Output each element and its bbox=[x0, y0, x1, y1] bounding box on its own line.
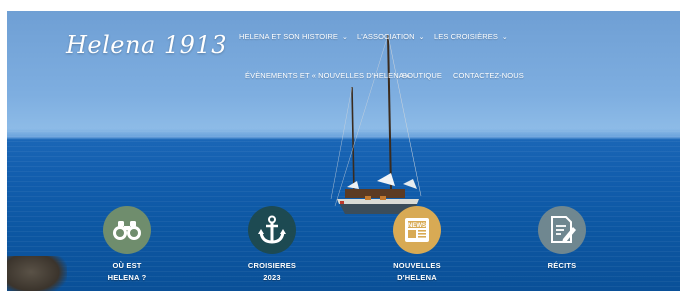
nav-item-label: BOUTIQUE bbox=[402, 71, 442, 80]
feature-helena-news[interactable]: NEWS NOUVELLES D'HELENA bbox=[362, 206, 472, 284]
feature-label-line2: D'HELENA bbox=[397, 273, 437, 282]
document-edit-icon bbox=[551, 216, 576, 243]
feature-icon-circle bbox=[103, 206, 151, 254]
binoculars-icon bbox=[113, 221, 141, 240]
newspaper-icon: NEWS bbox=[405, 218, 429, 242]
feature-icon-circle bbox=[248, 206, 296, 254]
feature-label: OÙ EST bbox=[112, 261, 142, 270]
site-logo[interactable]: Helena 1913 bbox=[66, 31, 227, 59]
nav-item-events-news[interactable]: ÉVÈNEMENTS ET « NOUVELLES D'HELENA » bbox=[245, 71, 410, 80]
nav-item-cruises[interactable]: LES CROISIÈRES ⌄ bbox=[434, 32, 508, 41]
chevron-down-icon: ⌄ bbox=[418, 34, 425, 41]
nav-item-contact[interactable]: CONTACTEZ-NOUS bbox=[453, 71, 524, 80]
feature-label: NOUVELLES bbox=[393, 261, 441, 270]
chevron-down-icon: ⌄ bbox=[501, 34, 508, 41]
nav-item-label: L'ASSOCIATION bbox=[357, 32, 415, 41]
chevron-down-icon: ⌄ bbox=[342, 34, 349, 41]
feature-label-line2: 2023 bbox=[263, 273, 281, 282]
feature-label: CROISIERES bbox=[247, 261, 297, 270]
feature-label-line2: HELENA ? bbox=[107, 273, 147, 282]
nav-item-shop[interactable]: BOUTIQUE bbox=[402, 71, 442, 80]
nav-item-label: HELENA ET SON HISTOIRE bbox=[239, 32, 339, 41]
nav-item-label: LES CROISIÈRES bbox=[434, 32, 498, 41]
nav-item-label: CONTACTEZ-NOUS bbox=[453, 71, 524, 80]
anchor-icon bbox=[258, 215, 286, 244]
sailboat-image bbox=[330, 34, 422, 214]
feature-cruises-2023[interactable]: CROISIERES 2023 bbox=[217, 206, 327, 284]
feature-stories[interactable]: RÉCITS bbox=[507, 206, 617, 272]
feature-icon-circle bbox=[538, 206, 586, 254]
feature-where-is-helena[interactable]: OÙ EST HELENA ? bbox=[72, 206, 182, 284]
nav-item-helena-history[interactable]: HELENA ET SON HISTOIRE ⌄ bbox=[239, 32, 348, 41]
coastal-rock bbox=[7, 256, 67, 291]
nav-item-association[interactable]: L'ASSOCIATION ⌄ bbox=[357, 32, 425, 41]
feature-icon-circle: NEWS bbox=[393, 206, 441, 254]
svg-text:NEWS: NEWS bbox=[408, 223, 426, 229]
nav-item-label: ÉVÈNEMENTS ET « NOUVELLES D'HELENA » bbox=[245, 71, 410, 80]
feature-label: RÉCITS bbox=[547, 261, 577, 270]
